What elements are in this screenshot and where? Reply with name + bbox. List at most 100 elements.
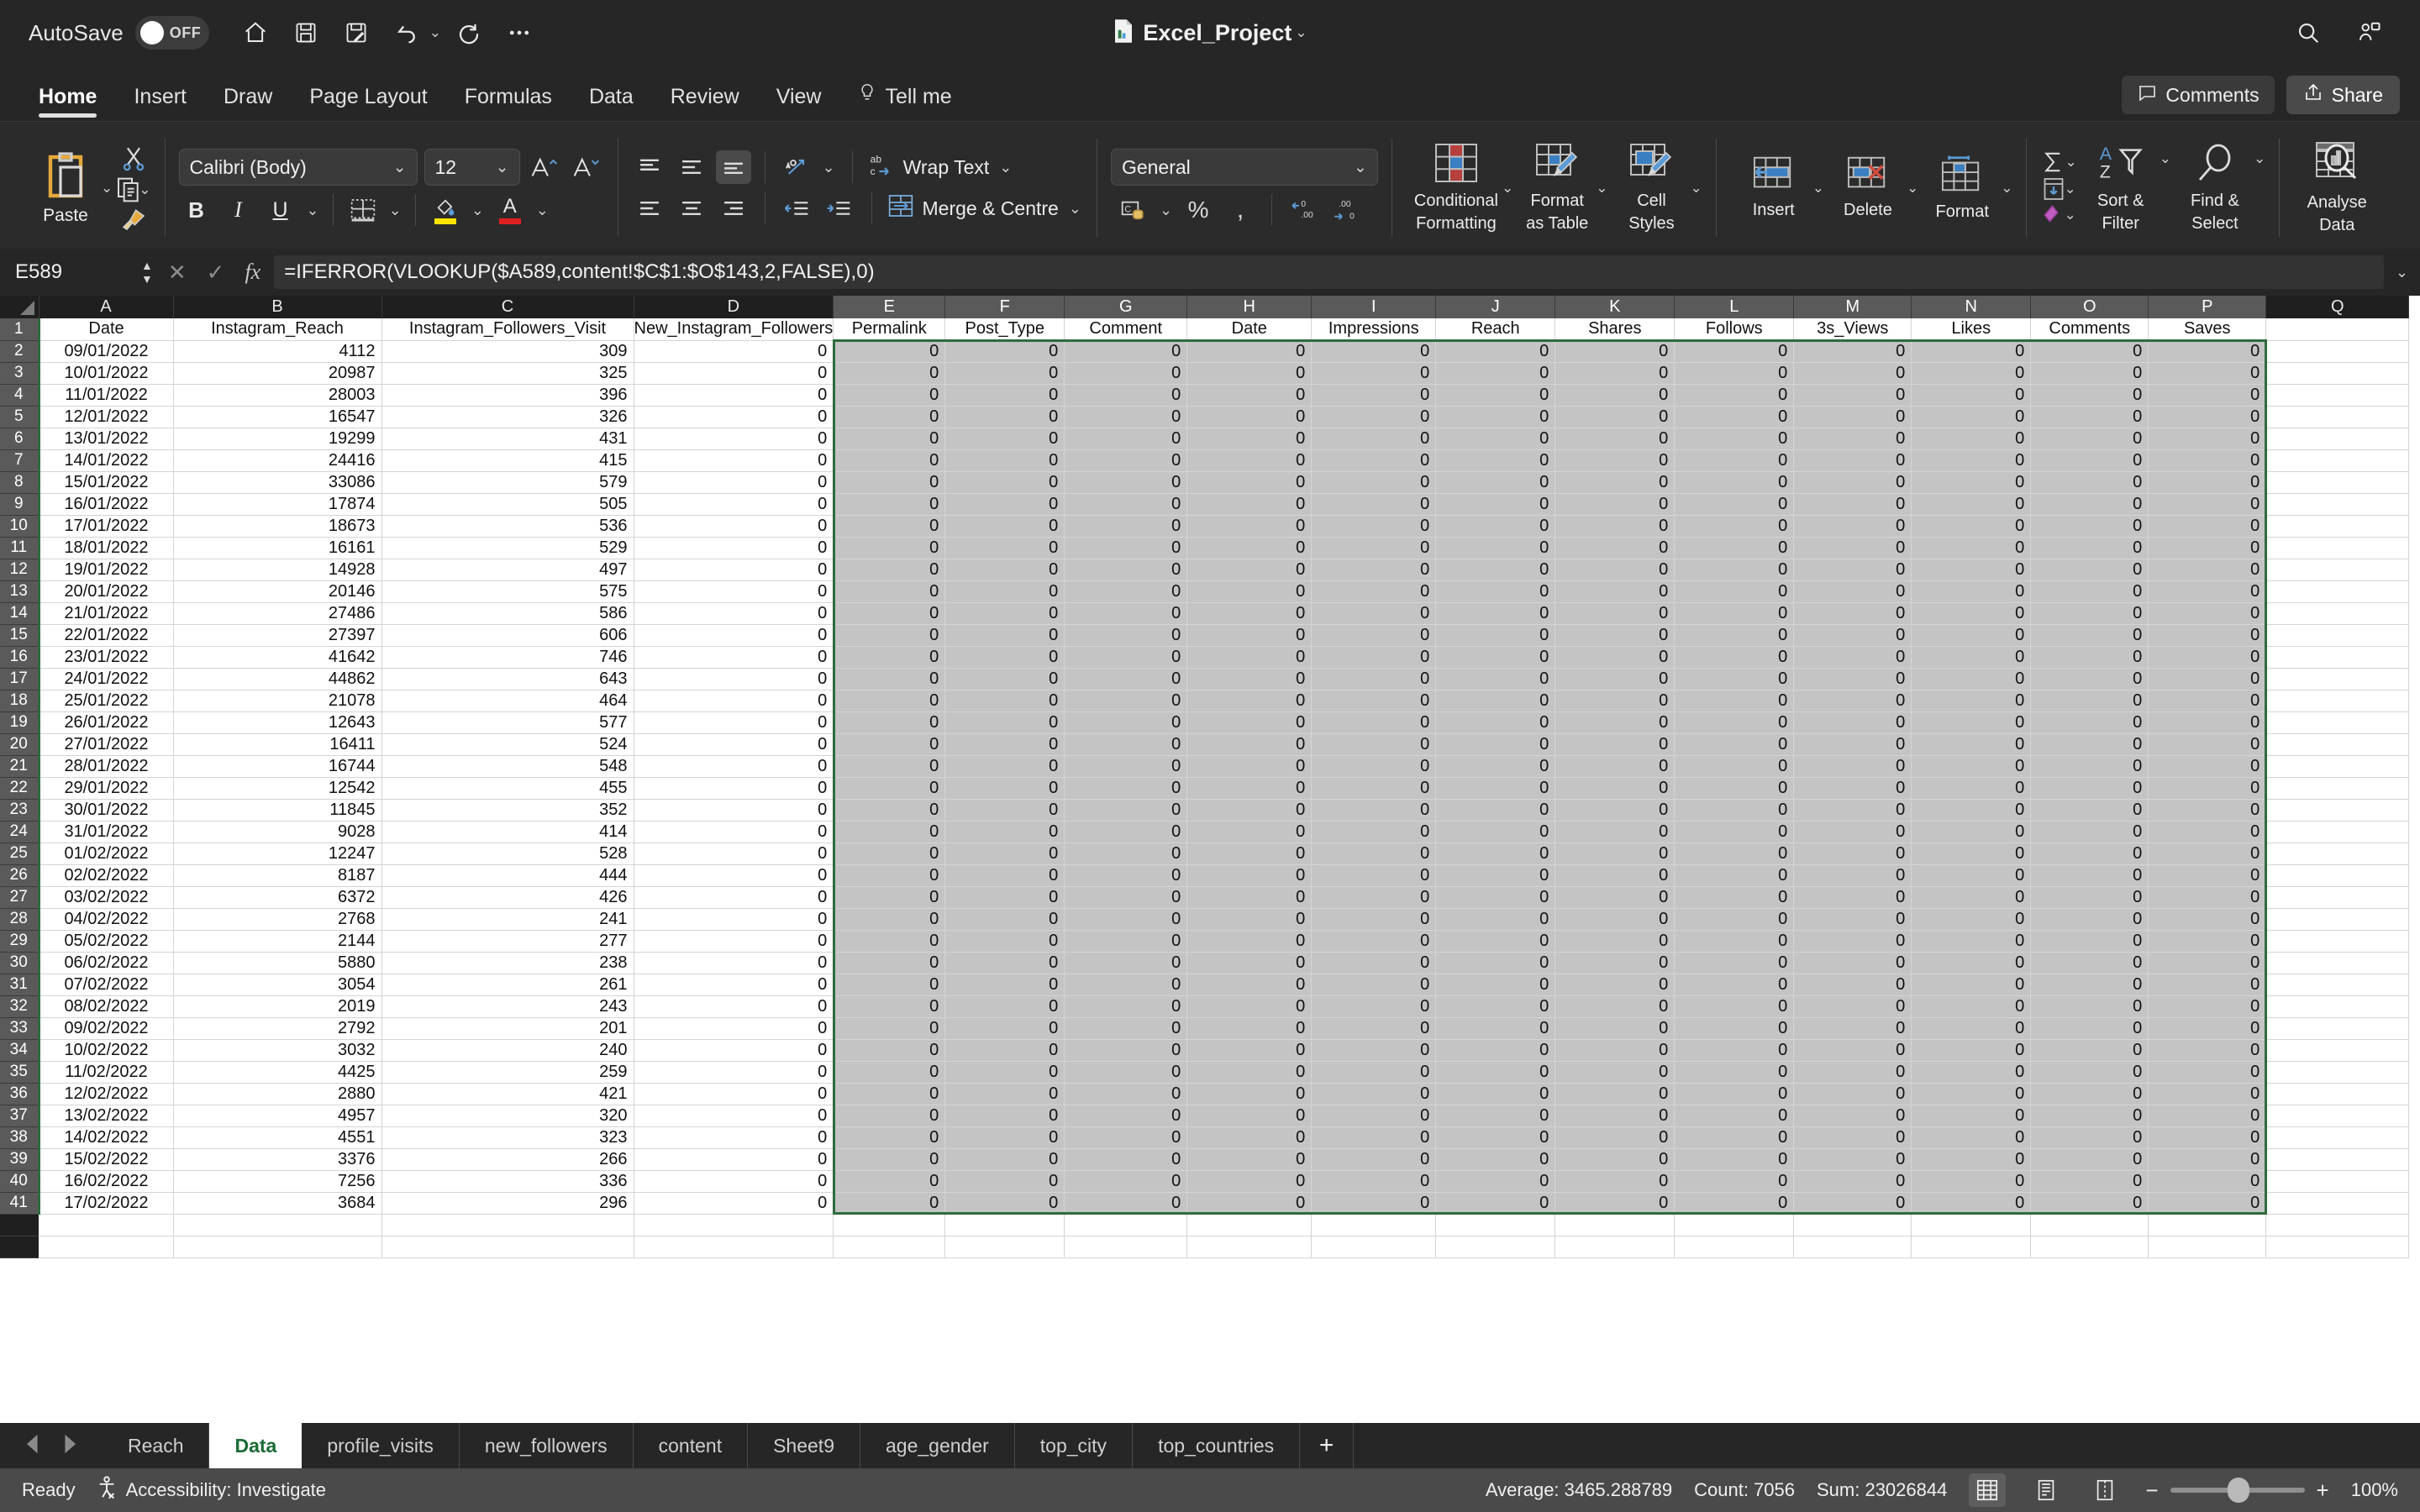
cell-o26[interactable]: 0 bbox=[2030, 864, 2149, 887]
cell-f3[interactable]: 0 bbox=[944, 362, 1065, 385]
cell-o29[interactable]: 0 bbox=[2030, 930, 2149, 953]
cell-q36[interactable] bbox=[2265, 1083, 2410, 1105]
align-left-icon[interactable] bbox=[632, 192, 667, 225]
cell-d33[interactable]: 0 bbox=[634, 1017, 834, 1040]
cell-q40[interactable] bbox=[2265, 1170, 2410, 1193]
row-header-26[interactable]: 26 bbox=[0, 864, 40, 887]
cell-f22[interactable]: 0 bbox=[944, 777, 1065, 800]
row-header-28[interactable]: 28 bbox=[0, 908, 40, 931]
cell-n3[interactable]: 0 bbox=[1911, 362, 2032, 385]
row-header-40[interactable]: 40 bbox=[0, 1170, 40, 1193]
cell-filler[interactable] bbox=[1911, 1214, 2032, 1236]
cell-o22[interactable]: 0 bbox=[2030, 777, 2149, 800]
cell-g22[interactable]: 0 bbox=[1064, 777, 1188, 800]
undo-chevron-down-icon[interactable]: ⌄ bbox=[429, 24, 441, 41]
cell-k37[interactable]: 0 bbox=[1555, 1105, 1676, 1127]
cell-a26[interactable]: 02/02/2022 bbox=[39, 864, 174, 887]
cell-l30[interactable]: 0 bbox=[1674, 952, 1795, 974]
cell-o32[interactable]: 0 bbox=[2030, 995, 2149, 1018]
increase-indent-icon[interactable] bbox=[821, 192, 856, 225]
cell-n14[interactable]: 0 bbox=[1911, 602, 2032, 625]
row-header-8[interactable]: 8 bbox=[0, 471, 40, 494]
cell-p8[interactable]: 0 bbox=[2148, 471, 2267, 494]
cell-p18[interactable]: 0 bbox=[2148, 690, 2267, 712]
cell-c4[interactable]: 396 bbox=[381, 384, 634, 407]
cell-g38[interactable]: 0 bbox=[1064, 1126, 1188, 1149]
cell-i27[interactable]: 0 bbox=[1311, 886, 1437, 909]
cell-g7[interactable]: 0 bbox=[1064, 449, 1188, 472]
cell-g14[interactable]: 0 bbox=[1064, 602, 1188, 625]
cell-m7[interactable]: 0 bbox=[1793, 449, 1912, 472]
cell-i2[interactable]: 0 bbox=[1311, 340, 1437, 363]
autosum-button[interactable]: ⌄ bbox=[2040, 150, 2077, 175]
cell-h3[interactable]: 0 bbox=[1186, 362, 1313, 385]
cell-j36[interactable]: 0 bbox=[1435, 1083, 1556, 1105]
cell-h35[interactable]: 0 bbox=[1186, 1061, 1313, 1084]
cell-e34[interactable]: 0 bbox=[833, 1039, 946, 1062]
cell-b25[interactable]: 12247 bbox=[173, 843, 382, 865]
cell-p27[interactable]: 0 bbox=[2148, 886, 2267, 909]
cell-h22[interactable]: 0 bbox=[1186, 777, 1313, 800]
cell-f8[interactable]: 0 bbox=[944, 471, 1065, 494]
cell-m40[interactable]: 0 bbox=[1793, 1170, 1912, 1193]
cell-i20[interactable]: 0 bbox=[1311, 733, 1437, 756]
wrap-text-button[interactable]: ab c Wrap Text ⌄ bbox=[868, 151, 1014, 183]
cell-m5[interactable]: 0 bbox=[1793, 406, 1912, 428]
cell-m34[interactable]: 0 bbox=[1793, 1039, 1912, 1062]
cell-q28[interactable] bbox=[2265, 908, 2410, 931]
cell-f12[interactable]: 0 bbox=[944, 559, 1065, 581]
row-header-11[interactable]: 11 bbox=[0, 537, 40, 559]
cell-o16[interactable]: 0 bbox=[2030, 646, 2149, 669]
column-header-a[interactable]: A bbox=[39, 296, 174, 318]
cell-l20[interactable]: 0 bbox=[1674, 733, 1795, 756]
cell-q3[interactable] bbox=[2265, 362, 2410, 385]
cell-j9[interactable]: 0 bbox=[1435, 493, 1556, 516]
cell-j29[interactable]: 0 bbox=[1435, 930, 1556, 953]
cell-filler[interactable] bbox=[2030, 1236, 2149, 1258]
ribbon-tab-view[interactable]: View bbox=[758, 85, 840, 121]
cell-i40[interactable]: 0 bbox=[1311, 1170, 1437, 1193]
cell-e5[interactable]: 0 bbox=[833, 406, 946, 428]
cell-d38[interactable]: 0 bbox=[634, 1126, 834, 1149]
cell-d23[interactable]: 0 bbox=[634, 799, 834, 822]
cell-c15[interactable]: 606 bbox=[381, 624, 634, 647]
cell-h24[interactable]: 0 bbox=[1186, 821, 1313, 843]
cell-e19[interactable]: 0 bbox=[833, 711, 946, 734]
cell-e35[interactable]: 0 bbox=[833, 1061, 946, 1084]
cell-c37[interactable]: 320 bbox=[381, 1105, 634, 1127]
cell-q21[interactable] bbox=[2265, 755, 2410, 778]
cell-o21[interactable]: 0 bbox=[2030, 755, 2149, 778]
cell-h34[interactable]: 0 bbox=[1186, 1039, 1313, 1062]
cell-l33[interactable]: 0 bbox=[1674, 1017, 1795, 1040]
cell-b15[interactable]: 27397 bbox=[173, 624, 382, 647]
row-header-36[interactable]: 36 bbox=[0, 1083, 40, 1105]
ribbon-tab-formulas[interactable]: Formulas bbox=[446, 85, 571, 121]
cell-c32[interactable]: 243 bbox=[381, 995, 634, 1018]
cell-d39[interactable]: 0 bbox=[634, 1148, 834, 1171]
cell-a8[interactable]: 15/01/2022 bbox=[39, 471, 174, 494]
cell-n32[interactable]: 0 bbox=[1911, 995, 2032, 1018]
cell-m37[interactable]: 0 bbox=[1793, 1105, 1912, 1127]
autosave-control[interactable]: AutoSave OFF bbox=[29, 16, 209, 50]
cell-j10[interactable]: 0 bbox=[1435, 515, 1556, 538]
header-cell-c1[interactable]: Instagram_Followers_Visit bbox=[381, 318, 634, 341]
cell-n12[interactable]: 0 bbox=[1911, 559, 2032, 581]
cell-d10[interactable]: 0 bbox=[634, 515, 834, 538]
header-cell-h1[interactable]: Date bbox=[1186, 318, 1313, 341]
cell-k17[interactable]: 0 bbox=[1555, 668, 1676, 690]
format-chevron-down-icon[interactable]: ⌄ bbox=[2001, 180, 2012, 197]
cell-q24[interactable] bbox=[2265, 821, 2410, 843]
cell-n38[interactable]: 0 bbox=[1911, 1126, 2032, 1149]
cell-c41[interactable]: 296 bbox=[381, 1192, 634, 1215]
cell-k18[interactable]: 0 bbox=[1555, 690, 1676, 712]
cell-c24[interactable]: 414 bbox=[381, 821, 634, 843]
cell-p38[interactable]: 0 bbox=[2148, 1126, 2267, 1149]
cell-f19[interactable]: 0 bbox=[944, 711, 1065, 734]
cell-n25[interactable]: 0 bbox=[1911, 843, 2032, 865]
cell-q12[interactable] bbox=[2265, 559, 2410, 581]
cell-g28[interactable]: 0 bbox=[1064, 908, 1188, 931]
cell-n35[interactable]: 0 bbox=[1911, 1061, 2032, 1084]
cell-i28[interactable]: 0 bbox=[1311, 908, 1437, 931]
cell-a38[interactable]: 14/02/2022 bbox=[39, 1126, 174, 1149]
header-cell-p1[interactable]: Saves bbox=[2148, 318, 2267, 341]
